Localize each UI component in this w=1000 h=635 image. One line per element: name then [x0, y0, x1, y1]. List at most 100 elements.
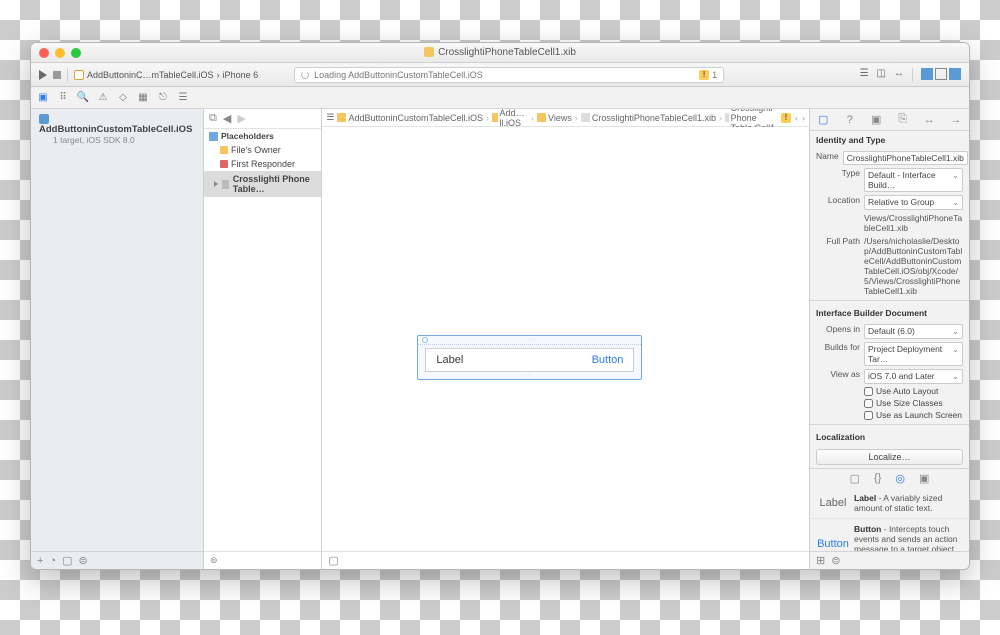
related-items-icon[interactable]: ☰ [326, 112, 334, 123]
toggle-utilities-button[interactable] [949, 68, 961, 80]
ib-canvas[interactable]: ··· Label Button ··· [322, 127, 809, 551]
auto-layout-checkbox[interactable] [864, 387, 873, 396]
localize-button[interactable]: Localize… [816, 449, 963, 465]
label-icon: Label [818, 493, 848, 513]
scheme-device: iPhone 6 [223, 70, 259, 80]
name-field[interactable]: CrosslightiPhoneTableCell1.xib [843, 151, 968, 165]
activity-view: Loading AddButtoninCustomTableCell.iOS !… [294, 67, 724, 83]
titlebar: CrosslightiPhoneTableCell1.xib [31, 43, 969, 63]
xcode-window: CrosslightiPhoneTableCell1.xib AddButton… [30, 42, 970, 570]
back-button[interactable]: ◀ [223, 112, 231, 125]
spinner-icon [301, 71, 309, 79]
close-icon[interactable] [39, 48, 49, 58]
scheme-project: AddButtoninC…mTableCell.iOS [87, 70, 214, 80]
list-view-icon[interactable]: ⊜ [831, 554, 840, 567]
run-button[interactable] [39, 70, 47, 80]
disclosure-triangle-icon[interactable] [214, 181, 218, 187]
full-path: /Users/nicholaslie/Desktop/AddButtoninCu… [864, 236, 963, 296]
object-library: Label Label - A variably sized amount of… [810, 488, 969, 551]
cell-button[interactable]: Button [592, 354, 624, 366]
outline-filter-bar: ⊜ [204, 551, 321, 569]
symbol-navigator-tab[interactable]: ⠿ [57, 92, 69, 104]
table-cell-item[interactable]: Crosslighti Phone Table… [204, 171, 321, 197]
scheme-icon [74, 70, 84, 80]
file-inspector-tab[interactable]: ▢ [816, 113, 830, 126]
size-inspector-tab[interactable]: ↔ [922, 114, 936, 126]
editor-assistant-button[interactable]: ◫ [877, 68, 886, 82]
files-owner-icon [220, 146, 228, 154]
table-cell-view[interactable]: ··· Label Button ··· [417, 335, 642, 380]
view-icon [725, 113, 729, 122]
type-select[interactable]: Default - Interface Build… [864, 168, 963, 192]
stop-icon [53, 71, 61, 79]
stop-button[interactable] [53, 71, 61, 79]
files-owner-item[interactable]: File's Owner [204, 143, 321, 157]
first-responder-icon [220, 160, 228, 168]
toggle-navigator-button[interactable] [921, 68, 933, 80]
size-classes-checkbox[interactable] [864, 399, 873, 408]
library-item-button[interactable]: Button Button - Intercepts touch events … [810, 519, 969, 551]
jump-bar[interactable]: ☰ AddButtoninCustomTableCell.iOS› Add…ll… [322, 109, 809, 127]
filter-edited-icon[interactable]: ⊜ [79, 554, 88, 567]
window-title: CrosslightiPhoneTableCell1.xib [438, 47, 576, 58]
code-snippet-library-tab[interactable]: {} [874, 472, 881, 485]
issue-navigator-tab[interactable]: ⚠ [97, 92, 109, 104]
library-item-label[interactable]: Label Label - A variably sized amount of… [810, 488, 969, 519]
xib-file-icon [424, 47, 434, 57]
project-name: AddButtoninCustomTableCell.iOS [39, 124, 192, 135]
test-navigator-tab[interactable]: ◇ [117, 92, 129, 104]
play-icon [39, 70, 47, 80]
warning-icon[interactable]: ! [699, 70, 709, 80]
location-path: Views/CrosslightiPhoneTableCell1.xib [864, 213, 963, 233]
filter-recent-icon[interactable]: ◔ [49, 555, 56, 567]
chevron-right-icon[interactable]: › [802, 113, 805, 123]
project-navigator: AddButtoninCustomTableCell.iOS 1 target,… [31, 109, 204, 569]
connections-inspector-tab[interactable]: → [949, 114, 963, 126]
attributes-inspector-tab[interactable]: ⎘ [896, 113, 910, 126]
location-select[interactable]: Relative to Group [864, 195, 963, 210]
media-library-tab[interactable]: ▣ [919, 472, 929, 485]
zoom-icon[interactable] [71, 48, 81, 58]
related-items-icon[interactable]: ⧉ [209, 112, 217, 125]
cube-icon [209, 132, 218, 141]
filter-scm-icon[interactable]: ▢ [62, 554, 72, 567]
view-icon [222, 180, 229, 189]
debug-navigator-tab[interactable]: ▦ [137, 92, 149, 104]
filter-icon[interactable]: ⊜ [210, 555, 218, 566]
grid-view-icon[interactable]: ⊞ [816, 554, 825, 567]
minimize-icon[interactable] [55, 48, 65, 58]
editor-version-button[interactable]: ↔ [894, 68, 904, 82]
navigator-tabs: ▣ ⠿ 🔍 ⚠ ◇ ▦ ⎋ ☰ [31, 87, 969, 109]
inspector-tabs: ▢ ? ▣ ⎘ ↔ → [810, 109, 969, 131]
object-library-tab[interactable]: ◎ [895, 472, 905, 485]
scheme-selector[interactable]: AddButtoninC…mTableCell.iOS › iPhone 6 [74, 70, 258, 80]
add-button[interactable]: + [37, 555, 43, 567]
outline-header: ⧉ ◀ ▶ [204, 109, 321, 129]
editor-area: ☰ AddButtoninCustomTableCell.iOS› Add…ll… [322, 109, 809, 569]
placeholders-group[interactable]: Placeholders [204, 129, 321, 143]
breakpoint-navigator-tab[interactable]: ⎋ [157, 92, 169, 104]
toggle-debug-button[interactable] [935, 68, 947, 80]
chevron-left-icon[interactable]: ‹ [795, 113, 798, 123]
find-navigator-tab[interactable]: 🔍 [77, 92, 89, 104]
file-template-library-tab[interactable]: ▢ [850, 472, 860, 485]
folder-icon [537, 113, 546, 122]
project-navigator-tab[interactable]: ▣ [37, 92, 49, 104]
view-as-select[interactable]: iOS 7.0 and Later [864, 369, 963, 384]
identity-inspector-tab[interactable]: ▣ [869, 113, 883, 126]
builds-for-select[interactable]: Project Deployment Tar… [864, 342, 963, 366]
cell-label[interactable]: Label [436, 354, 463, 366]
editor-standard-button[interactable]: ☰ [860, 68, 869, 82]
folder-icon [492, 113, 498, 122]
opens-in-select[interactable]: Default (6.0) [864, 324, 963, 339]
forward-button[interactable]: ▶ [237, 112, 245, 125]
canvas-bottom-bar: ▢ [322, 551, 809, 569]
first-responder-item[interactable]: First Responder [204, 157, 321, 171]
report-navigator-tab[interactable]: ☰ [177, 92, 189, 104]
activity-text: Loading AddButtoninCustomTableCell.iOS [314, 70, 483, 80]
warning-icon[interactable]: ! [781, 113, 791, 123]
launch-screen-checkbox[interactable] [864, 411, 873, 420]
quick-help-tab[interactable]: ? [843, 114, 857, 126]
project-item[interactable]: AddButtoninCustomTableCell.iOS 1 target,… [31, 109, 203, 149]
toggle-outline-button[interactable]: ▢ [328, 554, 338, 567]
